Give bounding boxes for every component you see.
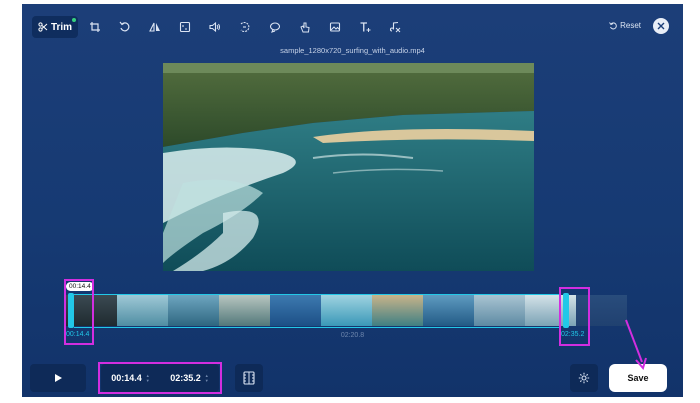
reset-label: Reset (620, 21, 641, 30)
settings-button[interactable] (570, 364, 598, 392)
active-dot (72, 18, 76, 22)
scissors-icon (38, 22, 48, 32)
thumbnail-frame (270, 295, 321, 326)
remove-audio-icon[interactable] (384, 16, 406, 38)
thumbnail-frame (474, 295, 525, 326)
end-handle-highlight (559, 287, 590, 346)
selection-bottom-edge (74, 327, 561, 328)
thumbnail-frame (219, 295, 270, 326)
speed-icon[interactable] (234, 16, 256, 38)
save-arrow-annotation (625, 319, 647, 370)
thumbnail-frame (372, 295, 423, 326)
gear-icon (578, 372, 590, 384)
trim-tool-label: Trim (50, 21, 73, 33)
split-button[interactable] (235, 364, 263, 392)
image-icon[interactable] (324, 16, 346, 38)
undo-icon (609, 21, 617, 29)
reset-button[interactable]: Reset (609, 21, 641, 30)
timeline-filmstrip[interactable] (66, 295, 627, 326)
gif-icon[interactable] (294, 16, 316, 38)
trim-tool-button[interactable]: Trim (32, 16, 78, 38)
time-inputs-highlight (98, 362, 222, 394)
play-button[interactable] (30, 364, 86, 392)
thumbnail-frame (168, 295, 219, 326)
close-icon (657, 22, 665, 30)
flip-icon[interactable] (144, 16, 166, 38)
close-button[interactable] (653, 18, 669, 34)
filmstrip-split-icon (243, 371, 255, 385)
thumbnail-frame (321, 295, 372, 326)
volume-icon[interactable] (204, 16, 226, 38)
surfing-video-frame (163, 63, 534, 271)
crop-icon[interactable] (84, 16, 106, 38)
thumbnail-frame (423, 295, 474, 326)
add-text-icon[interactable] (354, 16, 376, 38)
start-handle-highlight (64, 279, 94, 345)
rotate-icon[interactable] (114, 16, 136, 38)
aspect-ratio-icon[interactable] (174, 16, 196, 38)
selection-top-edge (74, 294, 561, 295)
thumbnail-frame (117, 295, 168, 326)
video-filename: sample_1280x720_surfing_with_audio.mp4 (280, 46, 425, 55)
video-preview[interactable] (163, 63, 534, 271)
loop-icon[interactable] (264, 16, 286, 38)
play-icon (55, 374, 62, 382)
